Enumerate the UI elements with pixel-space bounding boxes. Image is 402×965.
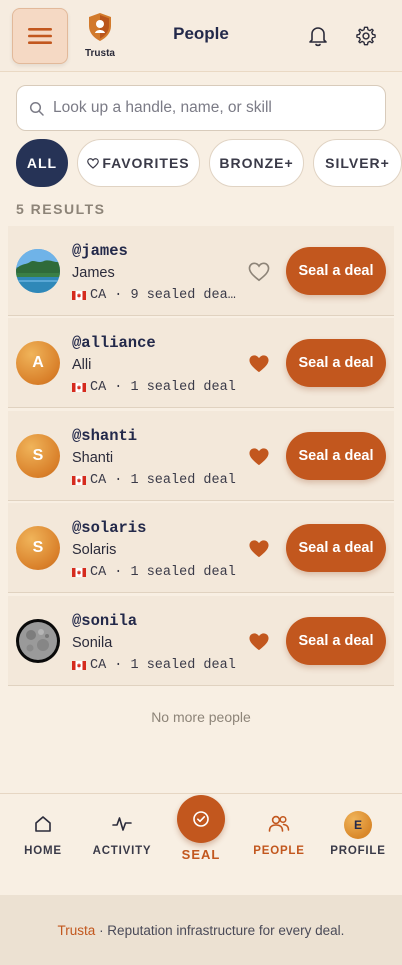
- person-handle: @alliance: [72, 334, 156, 352]
- canada-flag-icon: [72, 383, 86, 392]
- activity-pulse-icon: [112, 817, 132, 831]
- person-name: Alli: [72, 357, 92, 373]
- nav-activity[interactable]: ACTIVITY: [87, 814, 157, 857]
- seal-fab-button[interactable]: [177, 795, 225, 843]
- footer-tagline: · Reputation infrastructure for every de…: [95, 922, 345, 938]
- filter-chip-favorites[interactable]: FAVORITES: [77, 139, 200, 187]
- person-row[interactable]: S @shanti Shanti CA · 1 sealed deal Seal…: [8, 411, 394, 501]
- person-name: Sonila: [72, 635, 113, 651]
- person-name: Shanti: [72, 450, 114, 466]
- top-bar: Trusta People: [0, 0, 402, 72]
- avatar: [16, 619, 60, 663]
- nav-people[interactable]: PEOPLE: [244, 814, 314, 857]
- deal-count: CA · 9 sealed deals: [90, 288, 240, 303]
- deal-count: CA · 1 sealed deal: [90, 565, 236, 580]
- person-handle: @solaris: [72, 519, 147, 537]
- seal-a-deal-button[interactable]: Seal a deal: [286, 617, 386, 665]
- deal-count: CA · 1 sealed deal: [90, 380, 236, 395]
- bell-icon: [309, 27, 327, 47]
- filter-chip-bronze[interactable]: BRONZE+: [209, 139, 304, 187]
- filter-chips: ALL FAVORITES BRONZE+ SILVER+: [16, 139, 402, 187]
- heart-outline-icon: [87, 157, 100, 169]
- nav-profile-label: PROFILE: [330, 845, 386, 857]
- lake-photo: [16, 249, 60, 293]
- seal-a-deal-button[interactable]: Seal a deal: [286, 339, 386, 387]
- seal-a-deal-button[interactable]: Seal a deal: [286, 432, 386, 480]
- person-row[interactable]: A @alliance Alli CA · 1 sealed deal Seal…: [8, 318, 394, 408]
- person-name: James: [72, 265, 115, 281]
- end-of-list-text: No more people: [151, 709, 251, 725]
- nav-activity-label: ACTIVITY: [92, 845, 152, 857]
- person-meta: CA · 1 sealed deal: [72, 658, 240, 673]
- profile-avatar: E: [344, 811, 372, 839]
- avatar: S: [16, 526, 60, 570]
- people-icon: [268, 815, 290, 832]
- nav-people-label: PEOPLE: [253, 845, 305, 857]
- canada-flag-icon: [72, 476, 86, 485]
- filter-chip-label: BRONZE+: [219, 155, 294, 171]
- favorite-heart-outline-icon[interactable]: [248, 262, 270, 282]
- person-row[interactable]: S @solaris Solaris CA · 1 sealed deal Se…: [8, 503, 394, 593]
- favorite-heart-filled-icon[interactable]: [248, 539, 270, 559]
- favorite-heart-filled-icon[interactable]: [248, 354, 270, 374]
- nav-home-label: HOME: [24, 845, 62, 857]
- deal-count: CA · 1 sealed deal: [90, 473, 236, 488]
- page-title: People: [173, 24, 229, 43]
- nav-profile[interactable]: E PROFILE: [323, 811, 393, 857]
- notifications-button[interactable]: [306, 24, 330, 48]
- avatar: A: [16, 341, 60, 385]
- home-icon: [35, 816, 51, 832]
- favorite-heart-filled-icon[interactable]: [248, 632, 270, 652]
- person-meta: CA · 1 sealed deal: [72, 565, 240, 580]
- filter-chip-silver[interactable]: SILVER+: [313, 139, 402, 187]
- search-icon: [29, 101, 44, 116]
- avatar: [16, 249, 60, 293]
- person-name: Solaris: [72, 542, 117, 558]
- nav-home[interactable]: HOME: [8, 814, 78, 857]
- deal-count: CA · 1 sealed deal: [90, 658, 236, 673]
- person-handle: @shanti: [72, 427, 138, 445]
- check-circle-icon: [193, 811, 209, 827]
- person-row[interactable]: @sonila Sonila CA · 1 sealed deal Seal a…: [8, 596, 394, 686]
- results-count: 5 RESULTS: [16, 201, 106, 217]
- person-handle: @sonila: [72, 612, 138, 630]
- person-meta: CA · 9 sealed deals: [72, 288, 240, 303]
- nav-seal-label[interactable]: SEAL: [166, 847, 236, 862]
- person-handle: @james: [72, 242, 128, 260]
- bottom-nav: HOME ACTIVITY SEAL PEOPLE E PROFILE: [0, 793, 402, 895]
- filter-chip-label: SILVER+: [325, 155, 390, 171]
- person-meta: CA · 1 sealed deal: [72, 380, 240, 395]
- filter-chip-label: FAVORITES: [102, 155, 190, 171]
- search-input[interactable]: [53, 86, 373, 130]
- filter-chip-all[interactable]: ALL: [16, 139, 68, 187]
- favorite-heart-filled-icon[interactable]: [248, 447, 270, 467]
- footer: Trusta · Reputation infrastructure for e…: [0, 895, 402, 965]
- canada-flag-icon: [72, 568, 86, 577]
- logo-text: Trusta: [84, 48, 115, 59]
- avatar: S: [16, 434, 60, 478]
- seal-a-deal-button[interactable]: Seal a deal: [286, 524, 386, 572]
- person-meta: CA · 1 sealed deal: [72, 473, 240, 488]
- settings-button[interactable]: [354, 24, 378, 48]
- gear-icon: [356, 26, 376, 46]
- person-row[interactable]: @james James CA · 9 sealed deals Seal a …: [8, 226, 394, 316]
- canada-flag-icon: [72, 291, 86, 300]
- seal-a-deal-button[interactable]: Seal a deal: [286, 247, 386, 295]
- search-bar[interactable]: [16, 85, 386, 131]
- footer-brand[interactable]: Trusta: [58, 923, 96, 938]
- filter-chip-label: ALL: [26, 155, 58, 171]
- canada-flag-icon: [72, 661, 86, 670]
- moon-photo: [16, 619, 60, 663]
